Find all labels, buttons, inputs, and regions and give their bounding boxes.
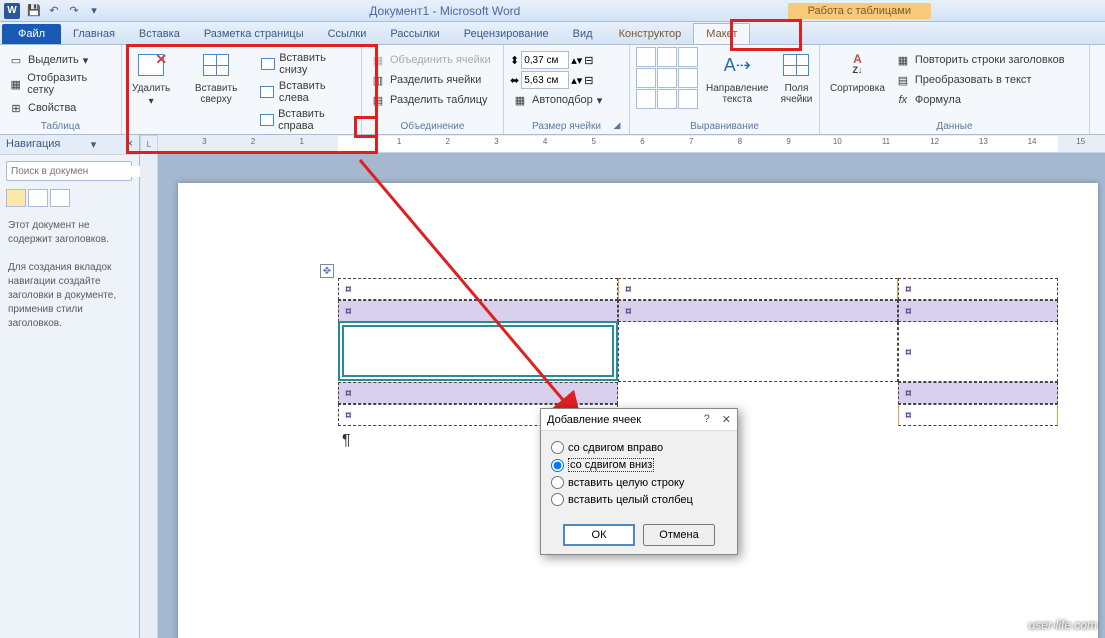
table-cell-selected[interactable] [338,321,618,381]
dialog-title: Добавление ячеек [547,414,641,426]
tab-review[interactable]: Рецензирование [452,24,561,44]
split-cells-button[interactable]: ▥Разделить ячейки [368,71,493,89]
horizontal-ruler[interactable]: 321123456789101112131415 [140,135,1105,153]
tab-page-layout[interactable]: Разметка страницы [192,24,316,44]
group-label-merge: Объединение [368,120,497,134]
ribbon: ▭Выделить ▾ ▦Отобразить сетку ⊞Свойства … [0,45,1105,135]
dialog-help-icon[interactable]: ? [704,413,710,426]
table-cell[interactable]: ¤ [898,382,1058,404]
radio-shift-down[interactable]: со сдвигом вниз [551,456,727,474]
table-cell[interactable]: ¤ [898,404,1058,426]
formula-button[interactable]: fxФормула [893,91,1067,109]
undo-icon[interactable]: ↶ [46,3,62,19]
insert-left-button[interactable]: Вставить слева [258,79,355,105]
table-cell[interactable]: ¤ [338,382,618,404]
watermark: user-life.com [1029,618,1097,632]
nav-close-icon[interactable]: × [127,138,133,151]
merge-cells-button[interactable]: ▦Объединить ячейки [368,51,493,69]
tab-references[interactable]: Ссылки [316,24,379,44]
split-table-button[interactable]: ▤Разделить таблицу [368,91,493,109]
nav-tab-headings[interactable] [6,189,26,207]
convert-text-button[interactable]: ▤Преобразовать в текст [893,71,1067,89]
table-cell[interactable]: ¤ [898,322,1058,382]
cancel-button[interactable]: Отмена [643,524,715,546]
word-icon: W [4,3,20,19]
repeat-header-button[interactable]: ▦Повторить строки заголовков [893,51,1067,69]
redo-icon[interactable]: ↷ [66,3,82,19]
insert-below-button[interactable]: Вставить снизу [258,51,355,77]
tab-insert[interactable]: Вставка [127,24,192,44]
tab-file[interactable]: Файл [2,24,61,44]
save-icon[interactable]: 💾 [26,3,42,19]
table-cell[interactable] [618,322,898,382]
row-height-field[interactable]: ⬍▴▾⊟ [510,51,604,69]
properties-button[interactable]: ⊞Свойства [6,99,115,117]
group-label-alignment: Выравнивание [636,120,813,134]
nav-body: Этот документ не содержит заголовков. Дл… [0,209,139,341]
select-button[interactable]: ▭Выделить ▾ [6,51,115,69]
table-cell[interactable]: ¤ [338,300,618,322]
view-gridlines-button[interactable]: ▦Отобразить сетку [6,71,115,97]
context-tab-header: Работа с таблицами [788,3,931,19]
title-bar: W 💾 ↶ ↷ ▾ Документ1 - Microsoft Word Раб… [0,0,1105,22]
radio-insert-row[interactable]: вставить целую строку [551,474,727,491]
group-label-data: Данные [826,120,1083,134]
insert-cells-dialog: Добавление ячеек ? ✕ со сдвигом вправо с… [540,408,738,555]
table-cell[interactable]: ¤ [898,300,1058,322]
window-title: Документ1 - Microsoft Word [102,4,788,18]
nav-pane-header: Навигация ▾ × [0,135,139,155]
document-area: ✥ ¤ ¤ ¤ ¤ ¤ ¤ ¤ ¤ ¤ ¤ [158,153,1105,638]
table-cell[interactable]: ¤ [338,278,618,300]
quick-access-toolbar: 💾 ↶ ↷ ▾ [26,3,102,19]
autofit-button[interactable]: ▦Автоподбор ▾ [510,91,604,109]
table-cell[interactable]: ¤ [618,300,898,322]
navigation-pane: Навигация ▾ × 🔍 Этот документ не содержи… [0,135,140,638]
group-label-table: Таблица [6,120,115,134]
nav-tab-results[interactable] [50,189,70,207]
tab-table-layout[interactable]: Макет [693,23,750,44]
alignment-grid[interactable] [636,47,698,109]
tab-selector[interactable]: L [140,135,158,153]
table-cell[interactable]: ¤ [898,278,1058,300]
col-width-field[interactable]: ⬌▴▾⊟ [510,71,604,89]
ok-button[interactable]: ОК [563,524,635,546]
cell-size-dialog-launcher[interactable]: ◢ [611,120,623,132]
qat-dropdown-icon[interactable]: ▾ [86,3,102,19]
vertical-ruler[interactable] [140,153,158,638]
table-move-handle[interactable]: ✥ [320,264,334,278]
tab-mailings[interactable]: Рассылки [378,24,451,44]
delete-button[interactable]: Удалить▾ [128,47,174,109]
nav-tab-pages[interactable] [28,189,48,207]
cell-margins-button[interactable]: Поля ячейки [776,47,816,107]
insert-right-button[interactable]: Вставить справа [258,107,355,133]
tab-view[interactable]: Вид [561,24,605,44]
dialog-close-icon[interactable]: ✕ [722,413,731,426]
tab-design[interactable]: Конструктор [607,24,694,44]
radio-shift-right[interactable]: со сдвигом вправо [551,439,727,456]
nav-dropdown-icon[interactable]: ▾ [91,138,97,151]
insert-above-button[interactable]: Вставить сверху [178,47,254,107]
nav-search-input[interactable]: 🔍 [6,161,132,181]
group-label-cell-size: Размер ячейки◢ [510,120,623,134]
text-direction-button[interactable]: A⇢ Направление текста [702,47,772,107]
ribbon-tabs: Файл Главная Вставка Разметка страницы С… [0,22,1105,45]
table-cell[interactable]: ¤ [618,278,898,300]
sort-button[interactable]: AZ↓ Сортировка [826,47,889,96]
dialog-titlebar[interactable]: Добавление ячеек ? ✕ [541,409,737,431]
radio-insert-column[interactable]: вставить целый столбец [551,491,727,508]
tab-home[interactable]: Главная [61,24,127,44]
